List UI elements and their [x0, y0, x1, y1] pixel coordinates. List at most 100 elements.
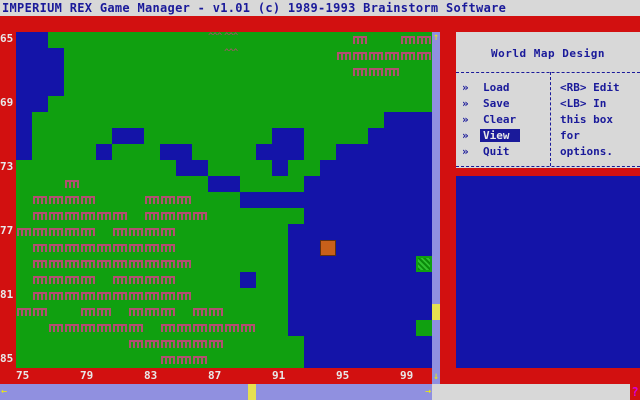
map-tile-water[interactable]: [32, 96, 48, 112]
map-tile-forest[interactable]: [208, 320, 224, 336]
map-tile-grass[interactable]: [224, 352, 240, 368]
map-tile-forest[interactable]: [128, 224, 144, 240]
map-tile-water[interactable]: [352, 176, 368, 192]
map-tile-water[interactable]: [352, 256, 368, 272]
map-tile-forest[interactable]: [48, 320, 64, 336]
map-tile-grass[interactable]: [240, 176, 256, 192]
map-tile-grass[interactable]: [16, 272, 32, 288]
map-tile-grass[interactable]: [32, 144, 48, 160]
map-tile-water[interactable]: [352, 352, 368, 368]
map-tile-forest[interactable]: [128, 272, 144, 288]
map-tile-grass[interactable]: [176, 112, 192, 128]
map-tile-forest[interactable]: [416, 48, 432, 64]
map-tile-grass[interactable]: [272, 48, 288, 64]
map-tile-forest[interactable]: [112, 256, 128, 272]
map-tile-water[interactable]: [352, 240, 368, 256]
map-tile-water[interactable]: [336, 144, 352, 160]
map-tile-grass[interactable]: [144, 32, 160, 48]
map-tile-grass[interactable]: [224, 336, 240, 352]
map-tile-water[interactable]: [48, 80, 64, 96]
map-tile-water[interactable]: [288, 240, 304, 256]
map-tile-water[interactable]: [320, 256, 336, 272]
map-tile-forest[interactable]: [48, 240, 64, 256]
map-tile-grass[interactable]: [384, 32, 400, 48]
map-tile-water[interactable]: [288, 224, 304, 240]
map-tile-grass[interactable]: [272, 64, 288, 80]
map-tile-grass[interactable]: [144, 160, 160, 176]
map-tile-water[interactable]: [320, 160, 336, 176]
map-tile-grass[interactable]: [224, 208, 240, 224]
map-tile-water[interactable]: [304, 176, 320, 192]
map-tile-grass[interactable]: [96, 224, 112, 240]
map-tile-water[interactable]: [416, 128, 432, 144]
map-tile-grass[interactable]: [128, 112, 144, 128]
map-tile-forest[interactable]: [416, 32, 432, 48]
menu-item-save[interactable]: » Save: [462, 96, 536, 112]
map-tile-grass[interactable]: [256, 176, 272, 192]
map-tile-water[interactable]: [288, 304, 304, 320]
map-tile-forest[interactable]: [64, 192, 80, 208]
map-tile-grass[interactable]: [160, 176, 176, 192]
map-tile-grass[interactable]: [384, 96, 400, 112]
map-tile-water[interactable]: [48, 48, 64, 64]
map-tile-grass[interactable]: [240, 144, 256, 160]
map-tile-water[interactable]: [352, 224, 368, 240]
map-tile-water[interactable]: [320, 304, 336, 320]
map-tile-grass[interactable]: [64, 112, 80, 128]
map-tile-forest[interactable]: [400, 32, 416, 48]
map-tile-forest[interactable]: [400, 48, 416, 64]
map-tile-grass[interactable]: [416, 96, 432, 112]
map-tile-grass[interactable]: [272, 256, 288, 272]
map-tile-grass[interactable]: [272, 352, 288, 368]
map-tile-grass[interactable]: [48, 144, 64, 160]
map-tile-grass[interactable]: [192, 224, 208, 240]
map-tile-grass[interactable]: [304, 48, 320, 64]
map-tile-forest[interactable]: [48, 224, 64, 240]
map-tile-grass[interactable]: [112, 112, 128, 128]
map-tile-water[interactable]: [400, 288, 416, 304]
map-tile-grass[interactable]: [96, 48, 112, 64]
vertical-scroll-thumb[interactable]: [432, 304, 440, 320]
map-tile-grass[interactable]: [240, 240, 256, 256]
map-tile-forest[interactable]: [32, 272, 48, 288]
map-tile-grass[interactable]: [256, 256, 272, 272]
map-tile-water[interactable]: [288, 320, 304, 336]
map-tile-water[interactable]: [320, 272, 336, 288]
map-tile-forest[interactable]: [128, 256, 144, 272]
map-tile-forest[interactable]: [160, 240, 176, 256]
map-tile-grass[interactable]: [288, 336, 304, 352]
map-tile-grass[interactable]: [224, 240, 240, 256]
map-tile-water[interactable]: [288, 256, 304, 272]
scroll-down-arrow-icon[interactable]: ↓: [432, 372, 440, 382]
map-tile-grass[interactable]: [48, 336, 64, 352]
map-tile-forest[interactable]: [64, 288, 80, 304]
map-tile-water[interactable]: [416, 144, 432, 160]
map-tile-grass[interactable]: [80, 32, 96, 48]
map-tile-water[interactable]: [336, 160, 352, 176]
map-tile-forest[interactable]: [144, 304, 160, 320]
map-tile-swamp[interactable]: [416, 256, 432, 272]
map-tile-forest[interactable]: [176, 256, 192, 272]
map-tile-water[interactable]: [416, 224, 432, 240]
map-tile-grass[interactable]: [64, 336, 80, 352]
map-tile-grass[interactable]: [176, 224, 192, 240]
map-tile-water[interactable]: [336, 272, 352, 288]
map-tile-grass[interactable]: [144, 96, 160, 112]
map-tile-forest[interactable]: [160, 224, 176, 240]
map-tile-water[interactable]: [384, 128, 400, 144]
map-tile-forest[interactable]: [176, 288, 192, 304]
map-tile-grass[interactable]: [304, 80, 320, 96]
map-tile-forest[interactable]: [352, 32, 368, 48]
map-tile-grass[interactable]: [64, 160, 80, 176]
map-tile-forest[interactable]: [96, 304, 112, 320]
map-tile-grass[interactable]: [352, 80, 368, 96]
map-tile-grass[interactable]: [32, 176, 48, 192]
map-tile-grass[interactable]: [320, 96, 336, 112]
map-tile-water[interactable]: [272, 144, 288, 160]
map-tile-grass[interactable]: [272, 208, 288, 224]
map-tile-grass[interactable]: [320, 112, 336, 128]
map-tile-water[interactable]: [416, 208, 432, 224]
map-tile-water[interactable]: [384, 336, 400, 352]
map-tile-water[interactable]: [304, 272, 320, 288]
map-tile-water[interactable]: [368, 256, 384, 272]
